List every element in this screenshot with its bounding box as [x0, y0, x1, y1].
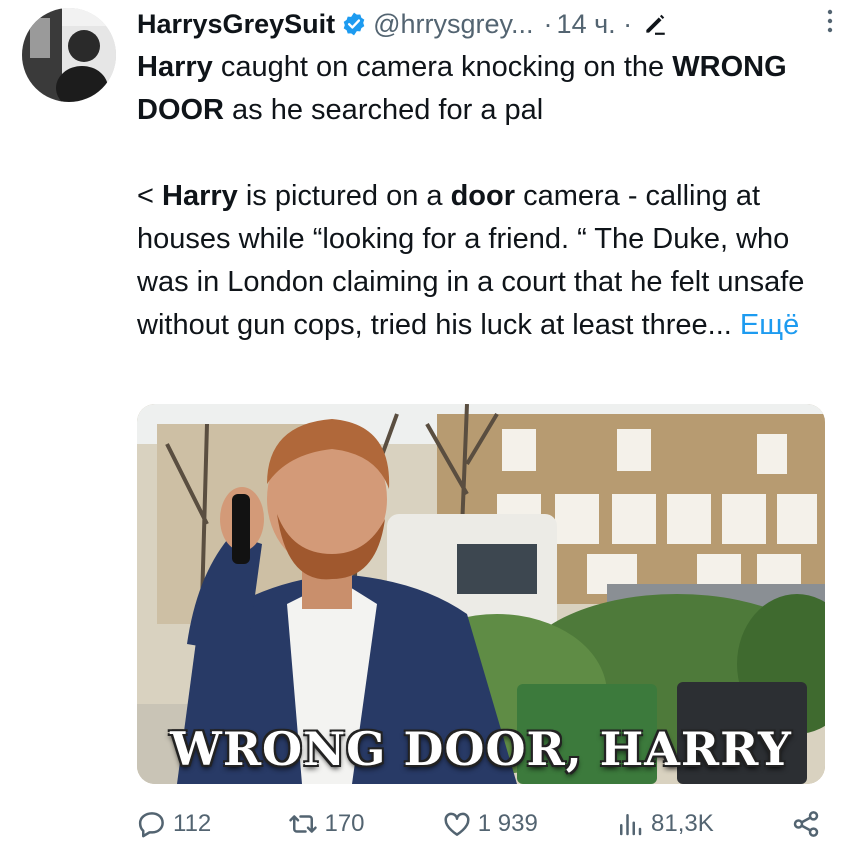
tweet-text: Harry caught on camera knocking on the W… — [137, 46, 827, 347]
tweet-paragraph: < Harry is pictured on a door camera - c… — [137, 175, 827, 347]
views-button[interactable]: 81,3K — [615, 809, 714, 839]
retweet-button[interactable]: 170 — [288, 809, 365, 839]
author-handle[interactable]: @hrrysgrey... — [373, 9, 533, 40]
reply-icon — [138, 812, 164, 838]
show-more-link[interactable]: Ещё — [732, 309, 799, 341]
reply-count: 112 — [173, 810, 212, 837]
separator-dot: · — [543, 8, 553, 39]
author-display-name[interactable]: HarrysGreySuit — [137, 9, 335, 40]
para-prefix: < — [137, 180, 162, 212]
like-count: 1 939 — [477, 810, 538, 837]
views-icon — [620, 814, 642, 836]
media-caption: WRONG DOOR, HARRY — [170, 722, 792, 776]
tweet-header: HarrysGreySuit @hrrysgrey... · 14 ч. · — [137, 4, 827, 44]
views-count: 81,3K — [651, 810, 714, 837]
tweet-media-image[interactable]: WRONG DOOR, HARRY — [137, 404, 825, 784]
tweet-actions-bar: 112 170 1 939 81,3K — [137, 800, 827, 848]
more-vertical-icon[interactable] — [822, 6, 838, 36]
reply-button[interactable]: 112 — [137, 809, 211, 839]
headline-bold-harry: Harry — [137, 51, 213, 83]
tweet-headline: Harry caught on camera knocking on the W… — [137, 46, 827, 132]
para-bold-door: door — [450, 180, 516, 212]
tweet-card[interactable]: HarrysGreySuit @hrrysgrey... · 14 ч. · H… — [0, 0, 850, 850]
retweet-icon — [289, 815, 318, 833]
headline-text-2: as he searched for a pal — [224, 94, 544, 126]
para-bold-harry: Harry — [162, 180, 238, 212]
post-time[interactable]: 14 ч. · — [557, 9, 633, 40]
share-button[interactable] — [791, 809, 827, 839]
headline-text-1: caught on camera knocking on the — [212, 51, 673, 83]
para-text-1: is pictured on a — [237, 180, 451, 212]
avatar[interactable] — [22, 8, 116, 102]
edit-pencil-icon — [646, 14, 665, 35]
retweet-count: 170 — [324, 810, 365, 837]
like-button[interactable]: 1 939 — [442, 809, 538, 839]
share-icon — [793, 811, 819, 837]
verified-badge-icon — [343, 12, 365, 36]
like-icon — [444, 812, 470, 836]
